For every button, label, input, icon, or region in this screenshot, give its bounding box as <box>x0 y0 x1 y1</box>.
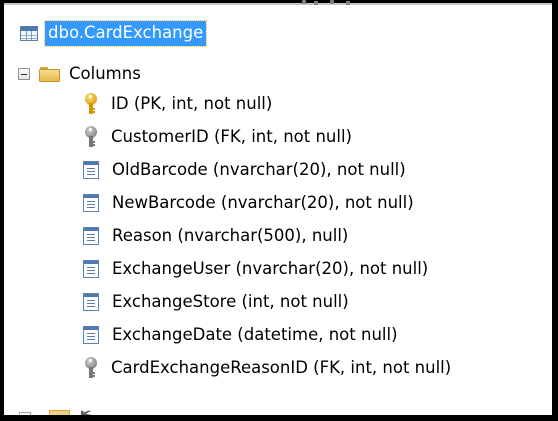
table-icon <box>20 25 38 41</box>
tree-node-column[interactable]: ExchangeDate (datetime, not null) <box>83 318 398 352</box>
column-label: CardExchangeReasonID (FK, int, not null) <box>111 358 452 377</box>
column-icon <box>83 293 99 311</box>
foreign-key-icon <box>84 126 98 148</box>
folder-icon <box>39 66 60 82</box>
tree-node-column[interactable]: ExchangeStore (int, not null) <box>83 285 349 319</box>
screenshot-frame-left <box>0 0 4 421</box>
screenshot-frame-right <box>552 0 558 421</box>
table-name-label[interactable]: dbo.CardExchange <box>43 19 208 47</box>
collapse-toggle-icon[interactable] <box>18 68 30 80</box>
expand-toggle-icon[interactable] <box>19 412 31 415</box>
column-label: OldBarcode (nvarchar(20), not null) <box>112 160 406 179</box>
tree-node-column[interactable]: NewBarcode (nvarchar(20), not null) <box>83 186 414 220</box>
column-icon <box>83 326 99 344</box>
column-label: Reason (nvarchar(500), null) <box>112 226 349 245</box>
column-icon <box>83 194 99 212</box>
foreign-key-icon <box>84 357 98 379</box>
tree-node-column[interactable]: ID (PK, int, not null) <box>84 87 272 121</box>
column-icon <box>83 227 99 245</box>
tree-node-column[interactable]: CardExchangeReasonID (FK, int, not null) <box>84 351 451 385</box>
column-icon <box>83 260 99 278</box>
column-label: ExchangeDate (datetime, not null) <box>112 325 398 344</box>
primary-key-icon <box>84 93 98 115</box>
column-label: ExchangeStore (int, not null) <box>112 292 349 311</box>
folder-icon <box>49 410 70 415</box>
tree-node-partial[interactable] <box>18 403 158 415</box>
tree-node-column[interactable]: ExchangeUser (nvarchar(20), not null) <box>83 252 428 286</box>
column-label: NewBarcode (nvarchar(20), not null) <box>112 193 414 212</box>
screenshot-frame-bottom <box>0 415 558 421</box>
tree-node-table[interactable]: dbo.CardExchange <box>20 16 208 50</box>
column-label: ExchangeUser (nvarchar(20), not null) <box>112 259 429 278</box>
tree-node-column[interactable]: CustomerID (FK, int, not null) <box>84 120 352 154</box>
tree-node-column[interactable]: OldBarcode (nvarchar(20), not null) <box>83 153 406 187</box>
tree-node-column[interactable]: Reason (nvarchar(500), null) <box>83 219 348 253</box>
column-icon <box>83 161 99 179</box>
column-label: CustomerID (FK, int, not null) <box>111 127 352 146</box>
tree-top-edge <box>0 3 558 5</box>
columns-folder-label: Columns <box>69 64 141 83</box>
tree-node-columns-folder[interactable]: Columns <box>18 57 141 91</box>
cut-off-row-above <box>300 0 360 6</box>
column-label: ID (PK, int, not null) <box>111 94 273 113</box>
partial-label <box>81 410 92 415</box>
